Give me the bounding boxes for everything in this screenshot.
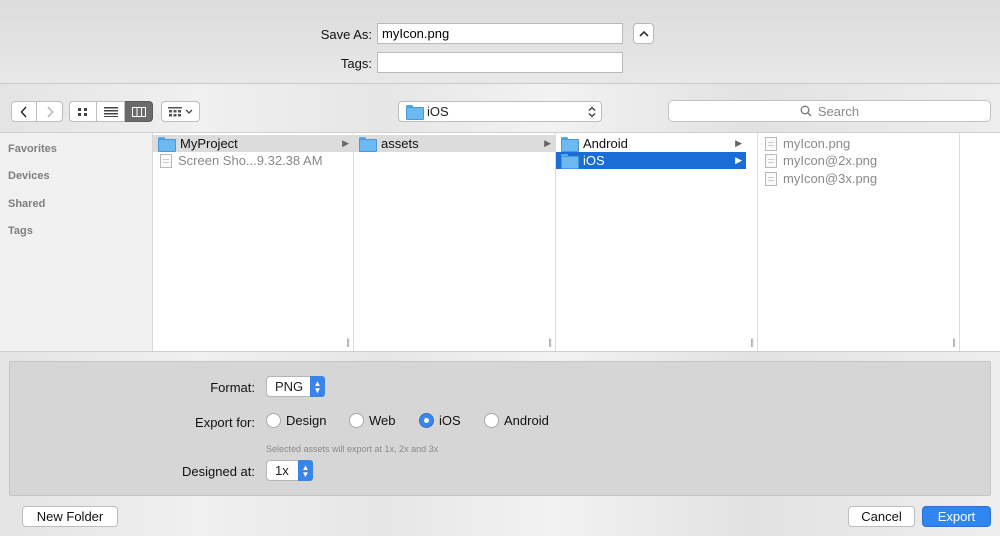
browser-column-4: myIcon.png myIcon@2x.png myIcon@3x.png |… — [758, 133, 960, 351]
list-item-folder[interactable]: Android ▶ — [556, 135, 746, 152]
search-icon — [800, 105, 812, 117]
location-value: iOS — [427, 104, 449, 119]
list-item-file[interactable]: Screen Sho...9.32.38 AM — [153, 152, 353, 169]
disclosure-arrow-icon: ▶ — [735, 155, 742, 165]
browser-column-3: Android ▶ iOS ▶ || — [556, 133, 758, 351]
save-as-label: Save As: — [320, 27, 372, 42]
list-item-folder[interactable]: MyProject ▶ — [153, 135, 353, 152]
list-item-folder-selected[interactable]: iOS ▶ — [556, 152, 746, 169]
chevron-down-icon — [185, 109, 193, 114]
stepper-icon: ▲ ▼ — [310, 376, 325, 397]
image-file-icon — [765, 153, 777, 168]
image-file-icon — [160, 153, 172, 168]
nav-buttons — [11, 101, 63, 122]
radio-indicator-selected — [419, 413, 434, 428]
search-field[interactable]: Search — [668, 100, 991, 122]
format-label: Format: — [210, 380, 255, 395]
column-resize-handle[interactable]: || — [952, 337, 956, 347]
column-resize-handle[interactable]: || — [750, 337, 754, 347]
sidebar-section-favorites[interactable]: Favorites — [8, 143, 57, 155]
chevron-left-icon — [20, 105, 27, 118]
cancel-button[interactable]: Cancel — [848, 506, 915, 527]
disclosure-arrow-icon: ▶ — [342, 138, 349, 148]
item-name: MyProject — [180, 136, 238, 151]
chevron-up-icon — [638, 30, 649, 37]
browser-column-2: assets ▶ || — [354, 133, 556, 351]
grid-icon — [78, 107, 87, 116]
radio-ios[interactable]: iOS — [419, 413, 461, 428]
tags-input[interactable] — [377, 52, 623, 73]
folder-icon — [158, 137, 176, 152]
stepper-icon — [588, 106, 596, 117]
radio-label: Design — [286, 413, 327, 428]
folder-icon — [406, 105, 424, 120]
back-button[interactable] — [11, 101, 37, 122]
disclosure-arrow-icon: ▶ — [544, 138, 551, 148]
item-name: iOS — [583, 153, 605, 168]
search-placeholder: Search — [817, 103, 860, 119]
radio-indicator — [349, 413, 364, 428]
folder-icon — [561, 154, 579, 169]
list-view-button[interactable] — [97, 101, 125, 122]
arrange-grid-icon — [168, 106, 182, 116]
browser-column-1: MyProject ▶ Screen Sho...9.32.38 AM || — [153, 133, 354, 351]
image-file-icon — [765, 136, 777, 151]
item-name: myIcon@3x.png — [783, 171, 878, 186]
sidebar-section-devices[interactable]: Devices — [8, 170, 50, 182]
designed-at-value: 1x — [275, 463, 289, 478]
export-hint: Selected assets will export at 1x, 2x an… — [266, 444, 439, 454]
view-mode-control — [69, 101, 153, 122]
tags-label: Tags: — [340, 56, 372, 71]
radio-web[interactable]: Web — [349, 413, 396, 428]
item-name: Screen Sho...9.32.38 AM — [178, 153, 323, 168]
radio-indicator — [266, 413, 281, 428]
columns-icon — [131, 106, 146, 117]
radio-label: Web — [369, 413, 396, 428]
designed-at-select[interactable]: 1x ▲ ▼ — [266, 460, 313, 481]
list-item-file[interactable]: myIcon@3x.png — [758, 170, 959, 187]
radio-label: Android — [504, 413, 549, 428]
designed-at-label: Designed at: — [182, 464, 255, 479]
item-name: myIcon.png — [783, 136, 851, 151]
format-select[interactable]: PNG ▲ ▼ — [266, 376, 325, 397]
icon-view-button[interactable] — [69, 101, 97, 122]
radio-indicator — [484, 413, 499, 428]
item-name: myIcon@2x.png — [783, 153, 878, 168]
column-resize-handle[interactable]: || — [346, 337, 350, 347]
chevron-right-icon — [46, 105, 54, 118]
item-name: Android — [583, 136, 628, 151]
folder-icon — [561, 137, 579, 152]
export-button[interactable]: Export — [922, 506, 991, 527]
arrange-menu-button[interactable] — [161, 101, 200, 122]
column-view-button[interactable] — [125, 101, 153, 122]
format-value: PNG — [275, 379, 304, 394]
sidebar-section-shared[interactable]: Shared — [8, 198, 45, 210]
folder-icon — [359, 137, 377, 152]
disclosure-arrow-icon: ▶ — [735, 138, 742, 148]
list-item-file[interactable]: myIcon@2x.png — [758, 152, 959, 169]
sidebar: Favorites Devices Shared Tags — [0, 133, 153, 351]
item-name: assets — [381, 136, 419, 151]
radio-label: iOS — [439, 413, 461, 428]
list-item-folder[interactable]: assets ▶ — [354, 135, 555, 152]
radio-design[interactable]: Design — [266, 413, 326, 428]
export-for-label: Export for: — [195, 415, 255, 430]
image-file-icon — [765, 171, 777, 186]
list-icon — [103, 106, 118, 117]
sidebar-section-tags[interactable]: Tags — [8, 225, 33, 237]
forward-button[interactable] — [37, 101, 63, 122]
new-folder-button[interactable]: New Folder — [22, 506, 118, 527]
radio-android[interactable]: Android — [484, 413, 549, 428]
column-resize-handle[interactable]: || — [548, 337, 552, 347]
expand-dialog-button[interactable] — [633, 23, 654, 44]
list-item-file[interactable]: myIcon.png — [758, 135, 959, 152]
stepper-icon: ▲ ▼ — [298, 460, 313, 481]
save-as-input[interactable] — [377, 23, 623, 44]
browser-bottom-divider — [0, 351, 1000, 352]
location-popup[interactable]: iOS — [398, 101, 602, 122]
browser-column-empty — [960, 133, 1000, 351]
